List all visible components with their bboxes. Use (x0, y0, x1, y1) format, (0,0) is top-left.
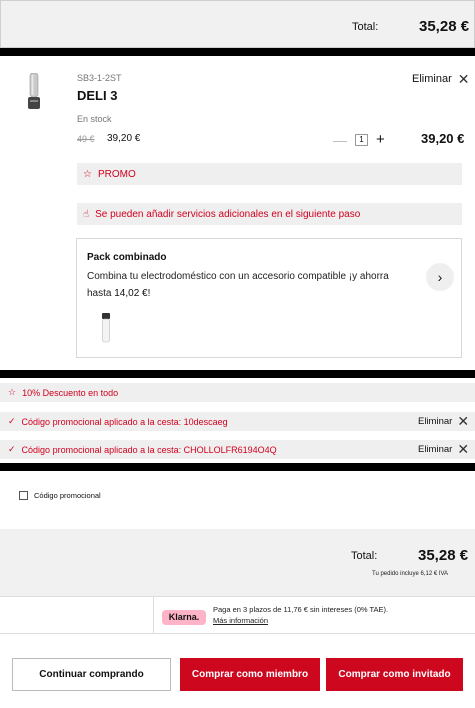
product-sku: SB3-1-2ST (77, 73, 122, 83)
stock-status: En stock (77, 114, 112, 124)
discount-row: ☆ 10% Descuento en todo (0, 383, 475, 402)
promo-badge: PROMO (97, 168, 136, 180)
applied-code-text: Código promocional aplicado a la cesta: … (21, 416, 228, 427)
close-icon: ✕ (457, 413, 470, 429)
services-notice-row: ☝ Se pueden añadir servicios adicionales… (77, 203, 462, 225)
section-divider (0, 463, 475, 471)
decrease-quantity-button[interactable]: — (333, 132, 347, 148)
remove-code-label: Eliminar (418, 444, 453, 455)
increase-quantity-button[interactable]: + (376, 131, 385, 148)
top-total-value: 35,28 € (419, 18, 470, 35)
star-icon: ☆ (83, 168, 92, 180)
product-image[interactable] (27, 73, 41, 111)
bundle-title: Pack combinado (87, 252, 167, 263)
top-total-bar: Total: 35,28 € (0, 0, 475, 48)
close-icon: ✕ (457, 70, 470, 87)
bundle-description: Combina tu electrodoméstico con un acces… (87, 268, 402, 302)
section-divider (0, 48, 475, 56)
applied-code-text: Código promocional aplicado a la cesta: … (21, 444, 277, 455)
product-name[interactable]: DELI 3 (77, 88, 117, 103)
promo-code-toggle[interactable]: Código promocional (19, 491, 101, 500)
promo-code-label: Código promocional (34, 491, 101, 500)
klarna-info: Paga en 3 plazos de 11,76 € sin interese… (213, 604, 388, 626)
quantity-value[interactable]: 1 (355, 133, 368, 146)
remove-code-label: Eliminar (418, 416, 453, 427)
quantity-stepper: — 1 + (333, 131, 385, 148)
remove-code-button[interactable]: Eliminar ✕ (418, 441, 470, 457)
star-icon: ☆ (8, 387, 17, 397)
remove-product-button[interactable]: Eliminar ✕ (412, 70, 470, 87)
chevron-right-icon[interactable]: › (426, 263, 454, 291)
continue-shopping-button[interactable]: Continuar comprando (12, 658, 171, 691)
close-icon: ✕ (457, 441, 470, 457)
klarna-logo: Klarna. (162, 610, 206, 625)
original-price: 49 € (77, 134, 95, 144)
line-total: 39,20 € (421, 131, 465, 146)
bottom-total-bar: Total: 35,28 € Tu pedido incluye 6,12 € … (0, 529, 475, 596)
promo-code-checkbox[interactable] (19, 491, 28, 500)
applied-code-row: ✓ Código promocional aplicado a la cesta… (0, 440, 475, 459)
check-icon: ✓ (8, 444, 16, 454)
remove-code-button[interactable]: Eliminar ✕ (418, 413, 470, 429)
klarna-text: Paga en 3 plazos de 11,76 € sin interese… (213, 605, 389, 614)
sale-price: 39,20 € (107, 133, 141, 144)
discount-text: 10% Descuento en todo (22, 387, 119, 398)
bundle-offer-card[interactable]: Pack combinado Combina tu electrodomésti… (76, 238, 462, 358)
bottom-total-label: Total: (351, 550, 378, 562)
hand-pointer-icon: ☝ (83, 208, 90, 220)
remove-label: Eliminar (412, 73, 452, 85)
buy-as-member-button[interactable]: Comprar como miembro (180, 658, 320, 691)
top-total-label: Total: (352, 21, 379, 33)
buy-as-guest-button[interactable]: Comprar como invitado (326, 658, 463, 691)
bundle-description-suffix: ! (147, 288, 151, 299)
bottom-total-value: 35,28 € (418, 547, 469, 564)
check-icon: ✓ (8, 416, 16, 426)
accessory-image (102, 313, 110, 343)
vat-note: Tu pedido incluye 6,12 € IVA (372, 571, 449, 577)
section-divider (0, 370, 475, 378)
promo-badge-row: ☆ PROMO (77, 163, 462, 185)
bundle-saving-amount: 14,02 € (114, 288, 148, 299)
applied-code-row: ✓ Código promocional aplicado a la cesta… (0, 412, 475, 431)
services-notice: Se pueden añadir servicios adicionales e… (95, 208, 361, 220)
klarna-more-link[interactable]: Más información (213, 615, 388, 626)
klarna-divider (153, 597, 154, 634)
